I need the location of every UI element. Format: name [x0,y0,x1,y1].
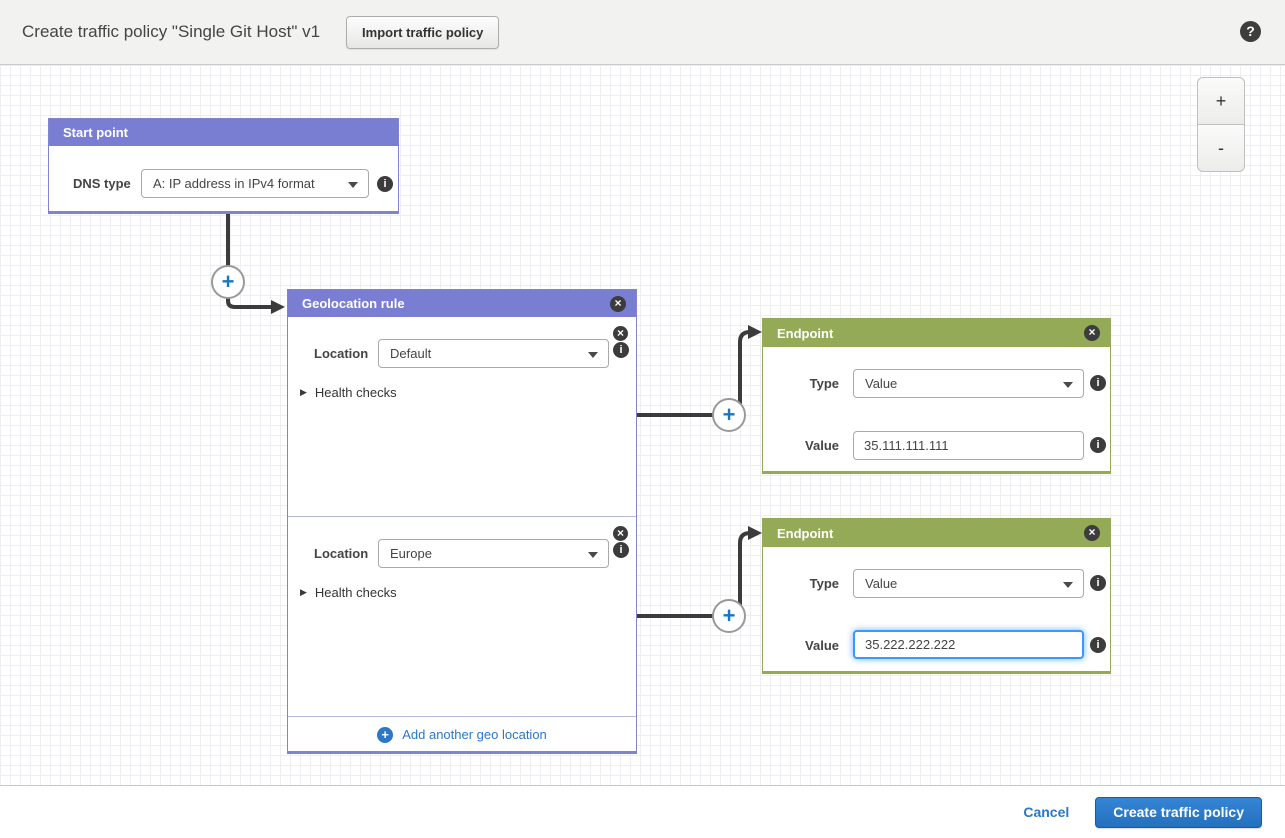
chevron-down-icon [1063,582,1073,588]
endpoint-type-select[interactable]: Value [853,369,1084,398]
endpoint-type-selected-value: Value [865,576,897,591]
endpoint-value-input[interactable] [853,431,1084,460]
expander-arrow-icon: ▶ [300,587,307,598]
location-label: Location [314,539,368,568]
endpoint-header: Endpoint × [763,519,1110,547]
dns-type-label: DNS type [73,169,131,198]
chevron-down-icon [588,352,598,358]
add-geo-location-label: Add another geo location [402,727,547,742]
arrowhead-icon [748,526,762,540]
endpoint-header: Endpoint × [763,319,1110,347]
remove-location-icon[interactable]: × [613,326,628,341]
chevron-down-icon [588,552,598,558]
start-point-title: Start point [63,125,388,140]
type-info-icon[interactable]: i [1090,375,1106,391]
endpoint-title: Endpoint [777,526,1084,541]
arrowhead-icon [271,300,285,314]
zoom-out-button[interactable]: - [1197,124,1245,172]
type-info-icon[interactable]: i [1090,575,1106,591]
add-geo-location-link[interactable]: + Add another geo location [288,717,636,752]
close-icon[interactable]: × [610,296,626,312]
type-label: Type [783,569,839,598]
top-header-bar: Create traffic policy "Single Git Host" … [0,0,1285,65]
value-label: Value [783,631,839,660]
footer-bar: Cancel Create traffic policy [0,785,1285,838]
location-select[interactable]: Europe [378,539,609,568]
page-title: Create traffic policy "Single Git Host" … [22,22,320,42]
location-info-icon[interactable]: i [613,342,629,358]
endpoint-type-selected-value: Value [865,376,897,391]
arrowhead-icon [748,325,762,339]
cancel-link[interactable]: Cancel [1023,804,1069,820]
health-checks-expander[interactable]: ▶ Health checks [300,385,397,400]
location-selected-value: Europe [390,546,432,561]
dns-type-selected-value: A: IP address in IPv4 format [153,176,315,191]
value-label: Value [783,431,839,460]
expander-arrow-icon: ▶ [300,387,307,398]
geo-section-default: × Location Default i ▶ Health checks [288,317,636,517]
endpoint-value-input[interactable] [853,630,1084,659]
create-traffic-policy-button[interactable]: Create traffic policy [1095,797,1262,828]
connect-endpoint-plus-button-1[interactable]: + [712,398,746,432]
location-select[interactable]: Default [378,339,609,368]
close-icon[interactable]: × [1084,325,1100,341]
health-checks-label: Health checks [315,385,397,400]
geolocation-rule-header: Geolocation rule × [288,290,636,317]
geo-section-europe: × Location Europe i ▶ Health checks [288,517,636,717]
connect-endpoint-plus-button-2[interactable]: + [712,599,746,633]
value-info-icon[interactable]: i [1090,637,1106,653]
health-checks-label: Health checks [315,585,397,600]
canvas: + - + + + Start point DNS type A: IP add… [0,65,1285,785]
chevron-down-icon [348,182,358,188]
endpoint-title: Endpoint [777,326,1084,341]
geolocation-rule-title: Geolocation rule [302,296,610,311]
start-point-header: Start point [49,119,398,146]
insert-rule-plus-button[interactable]: + [211,265,245,299]
dns-type-select[interactable]: A: IP address in IPv4 format [141,169,369,198]
endpoint-type-select[interactable]: Value [853,569,1084,598]
type-label: Type [783,369,839,398]
import-traffic-policy-button[interactable]: Import traffic policy [346,16,499,49]
location-info-icon[interactable]: i [613,542,629,558]
dns-type-info-icon[interactable]: i [377,176,393,192]
help-icon[interactable]: ? [1240,21,1261,42]
remove-location-icon[interactable]: × [613,526,628,541]
geolocation-rule-box: Geolocation rule × × Location Default i … [287,289,637,754]
location-label: Location [314,339,368,368]
start-point-box: Start point DNS type A: IP address in IP… [48,118,399,214]
chevron-down-icon [1063,382,1073,388]
endpoint-box-2: Endpoint × Type Value i Value i [762,518,1111,674]
zoom-controls: + - [1197,77,1245,172]
add-icon: + [377,727,393,743]
zoom-in-button[interactable]: + [1197,77,1245,125]
location-selected-value: Default [390,346,431,361]
value-info-icon[interactable]: i [1090,437,1106,453]
close-icon[interactable]: × [1084,525,1100,541]
endpoint-box-1: Endpoint × Type Value i Value i [762,318,1111,474]
health-checks-expander[interactable]: ▶ Health checks [300,585,397,600]
